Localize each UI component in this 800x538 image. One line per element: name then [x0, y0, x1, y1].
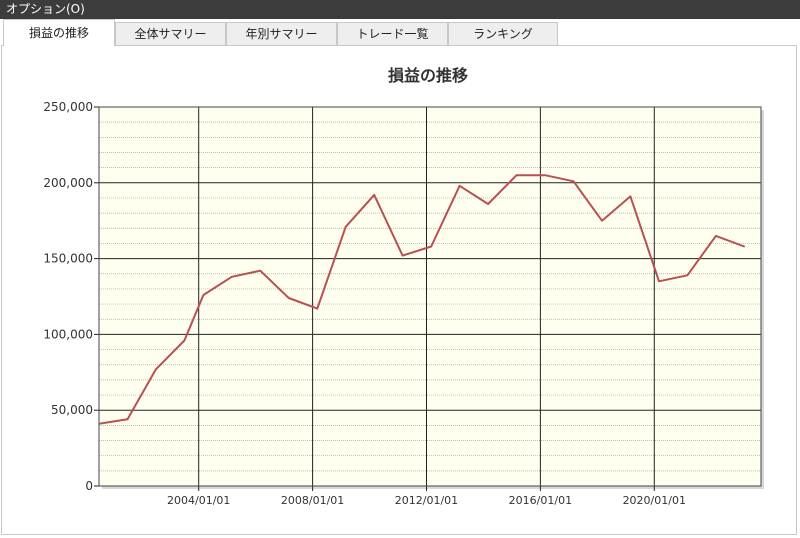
- tab-trade-list[interactable]: トレード一覧: [337, 22, 448, 46]
- pnl-data-point: [430, 245, 433, 248]
- pnl-data-point: [316, 307, 319, 310]
- pnl-data-point: [99, 423, 100, 425]
- pnl-data-point: [344, 226, 347, 228]
- options-menu[interactable]: オプション(O): [6, 2, 85, 16]
- x-tick-label: 2016/01/01: [509, 494, 572, 507]
- pnl-data-point: [601, 219, 603, 222]
- x-tick-label: 2012/01/01: [395, 494, 458, 507]
- x-tick-label: 2020/01/01: [623, 494, 686, 507]
- tab-overall-summary[interactable]: 全体サマリー: [115, 22, 226, 46]
- y-tick-label: 0: [85, 479, 93, 493]
- pnl-data-point: [743, 245, 746, 248]
- pnl-data-point: [544, 174, 546, 176]
- y-tick-label: 200,000: [43, 176, 93, 190]
- x-tick-label: 2004/01/01: [167, 494, 230, 507]
- pnl-data-point: [155, 368, 157, 371]
- y-tick-label: 150,000: [43, 252, 93, 266]
- pnl-data-point: [715, 235, 717, 237]
- pnl-data-point: [458, 185, 461, 187]
- tab-pnl-trend[interactable]: 損益の推移: [3, 19, 115, 46]
- pnl-data-point: [126, 418, 129, 421]
- pnl-data-point: [686, 274, 689, 277]
- pnl-data-point: [629, 195, 632, 198]
- pnl-chart: 損益の推移 0 50,000 100,000 150,000 200,000 250,000…: [43, 66, 764, 507]
- tab-yearly-summary[interactable]: 年別サマリー: [226, 22, 337, 46]
- pnl-data-point: [259, 269, 262, 272]
- pnl-data-point: [658, 280, 660, 283]
- x-tick-label: 2008/01/01: [281, 494, 344, 507]
- pnl-data-point: [373, 194, 376, 196]
- chart-title: 損益の推移: [388, 66, 468, 85]
- y-tick-label: 250,000: [43, 100, 93, 114]
- pnl-data-point: [515, 174, 518, 176]
- pnl-data-point: [287, 297, 290, 299]
- y-tick-label: 50,000: [51, 403, 93, 417]
- pnl-data-point: [401, 254, 404, 257]
- tab-bar: 損益の推移 全体サマリー 年別サマリー トレード一覧 ランキング: [0, 19, 800, 46]
- pnl-data-point: [202, 294, 205, 296]
- pnl-data-point: [231, 276, 233, 278]
- pnl-data-point: [183, 339, 186, 342]
- pnl-data-point: [572, 180, 575, 183]
- pnl-data-point: [487, 203, 489, 205]
- y-tick-label: 100,000: [43, 327, 93, 341]
- chart-panel: 損益の推移 0 50,000 100,000 150,000 200,000 250,000…: [1, 45, 797, 535]
- tab-ranking[interactable]: ランキング: [448, 22, 558, 46]
- menu-bar: オプション(O): [0, 0, 800, 19]
